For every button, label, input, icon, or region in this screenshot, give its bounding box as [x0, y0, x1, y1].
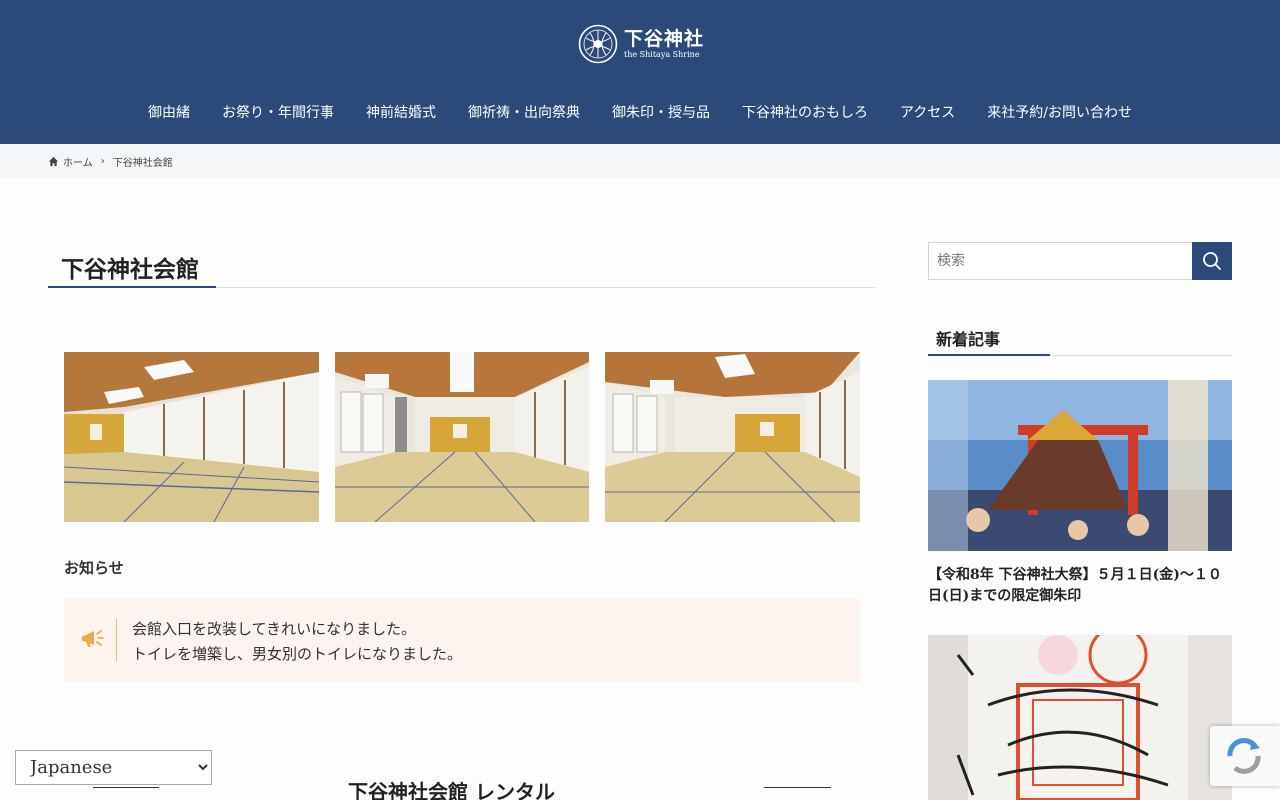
hall-photo-2[interactable] — [335, 352, 589, 522]
nav-item-wedding[interactable]: 神前結婚式 — [350, 102, 452, 122]
breadcrumb: ホーム › 下谷神社会館 — [0, 144, 1280, 178]
hall-photo-1[interactable] — [64, 352, 319, 522]
nav-item-access[interactable]: アクセス — [884, 102, 971, 122]
notice-line-1: 会館入口を改装してきれいになりました。 — [132, 620, 417, 638]
page-title: 下谷神社会館 — [48, 240, 876, 288]
notice-heading: お知らせ — [64, 559, 124, 577]
nav-item-history[interactable]: 御由緒 — [132, 102, 206, 122]
title-accent-line — [48, 286, 216, 288]
notice-box: 会館入口を改装してきれいになりました。 トイレを増築し、男女別のトイレになりまし… — [64, 599, 860, 682]
site-logo[interactable]: 下谷神社 the Shitaya Shrine — [578, 22, 708, 66]
recaptcha-badge[interactable] — [1210, 726, 1280, 786]
article-title-1[interactable]: 【令和8年 下谷神社大祭】５月１日(金)〜１０日(日)までの限定御朱印 — [928, 565, 1232, 607]
chevron-right-icon: › — [100, 155, 105, 167]
hall-photo-3[interactable] — [605, 352, 860, 522]
language-select[interactable]: Japanese — [15, 750, 212, 785]
article-thumbnail-1[interactable] — [928, 380, 1232, 551]
shrine-crest-icon — [578, 24, 618, 64]
search-form — [928, 242, 1232, 280]
logo-name: 下谷神社 — [624, 28, 705, 50]
home-icon — [48, 156, 59, 166]
recaptcha-icon — [1227, 738, 1261, 774]
breadcrumb-home[interactable]: ホーム — [63, 154, 93, 169]
search-icon — [1203, 252, 1221, 270]
logo-subtitle: the Shitaya Shrine — [624, 50, 700, 59]
nav-item-goshuin[interactable]: 御朱印・授与品 — [596, 102, 726, 122]
recent-posts-heading: 新着記事 — [928, 318, 1232, 356]
page-title-text: 下谷神社会館 — [61, 256, 199, 283]
nav-item-festivals[interactable]: お祭り・年間行事 — [206, 102, 350, 122]
main-nav: 御由緒 お祭り・年間行事 神前結婚式 御祈祷・出向祭典 御朱印・授与品 下谷神社… — [0, 92, 1280, 132]
megaphone-icon — [82, 630, 104, 647]
search-input[interactable] — [928, 242, 1193, 280]
section-heading-text: 下谷神社会館 レンタル — [348, 780, 555, 800]
search-button[interactable] — [1192, 242, 1232, 280]
nav-item-trivia[interactable]: 下谷神社のおもしろ — [726, 102, 884, 122]
nav-item-contact[interactable]: 来社予約/お問い合わせ — [971, 102, 1148, 122]
notice-divider — [116, 619, 117, 661]
breadcrumb-current: 下谷神社会館 — [112, 157, 173, 169]
heading-accent-line — [928, 354, 1050, 356]
logo-text: 下谷神社 the Shitaya Shrine — [624, 28, 704, 60]
site-header: 下谷神社 the Shitaya Shrine 御由緒 お祭り・年間行事 神前結… — [0, 0, 1280, 144]
article-thumbnail-2[interactable] — [928, 635, 1232, 800]
recent-posts-heading-text: 新着記事 — [936, 330, 1001, 349]
section-line-right — [764, 787, 831, 788]
nav-item-prayers[interactable]: 御祈祷・出向祭典 — [452, 102, 596, 122]
section-line-left — [93, 787, 159, 788]
notice-line-2: トイレを増築し、男女別のトイレになりました。 — [132, 645, 463, 663]
